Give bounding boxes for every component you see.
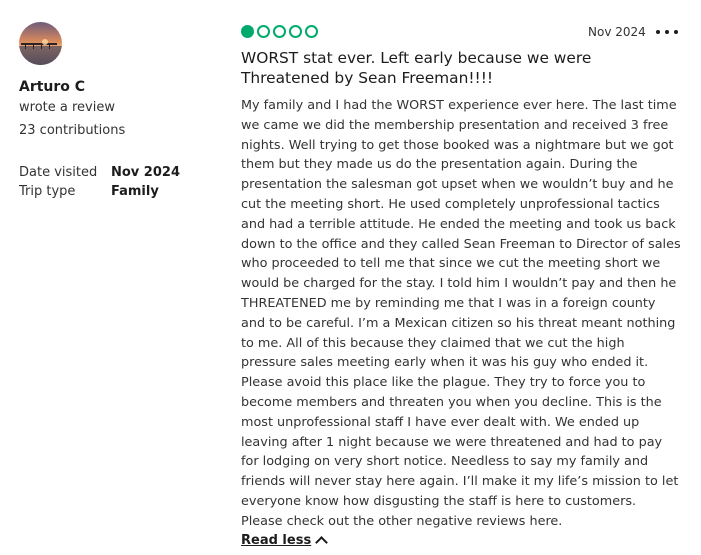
reviewer-panel: Arturo C wrote a review 23 contributions…: [19, 22, 219, 199]
date-visited-value: Nov 2024: [111, 165, 180, 180]
trip-type-label: Trip type: [19, 184, 76, 199]
rating-bubble-empty-icon: [273, 25, 286, 38]
rating-bubble-empty-icon: [305, 25, 318, 38]
dot-icon: [656, 30, 660, 34]
reviewer-name[interactable]: Arturo C: [19, 79, 85, 95]
review-action-text: wrote a review: [19, 100, 115, 115]
more-options-icon[interactable]: [656, 24, 678, 40]
review-body: My family and I had the WORST experience…: [241, 98, 681, 529]
rating-bubbles: [241, 25, 318, 41]
rating-bubble-filled-icon: [241, 25, 254, 38]
rating-bubble-empty-icon: [289, 25, 302, 38]
date-visited-label: Date visited: [19, 165, 98, 180]
review-title: WORST stat ever. Left early because we w…: [241, 49, 592, 87]
avatar[interactable]: [19, 22, 62, 65]
chevron-up-icon: [315, 536, 329, 549]
date-visited-row: Date visited Nov 2024: [19, 165, 180, 180]
sunset-pier-photo-icon: [19, 22, 62, 65]
trip-type-row: Trip type Family: [19, 184, 159, 199]
read-less-label: Read less: [241, 533, 312, 548]
dot-icon: [665, 30, 669, 34]
review-date: Nov 2024: [588, 25, 646, 39]
dot-icon: [674, 30, 678, 34]
trip-type-value: Family: [111, 184, 159, 199]
read-less-button[interactable]: Read less: [241, 533, 329, 549]
contributions-count: 23 contributions: [19, 123, 126, 138]
rating-bubble-empty-icon: [257, 25, 270, 38]
